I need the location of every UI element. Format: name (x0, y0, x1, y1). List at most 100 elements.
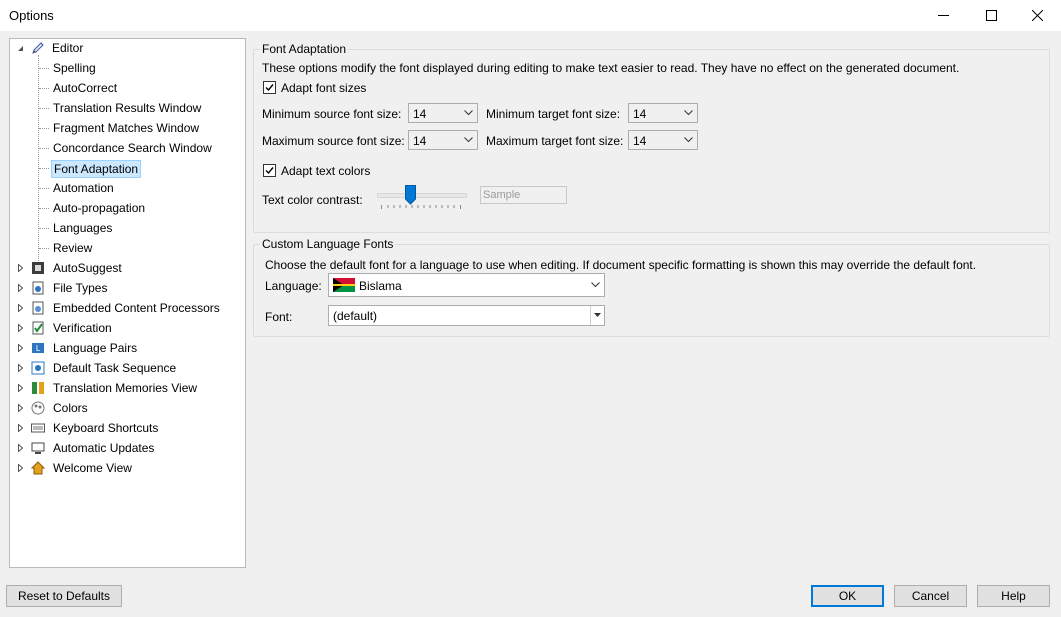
max-source-label: Maximum source font size: (262, 134, 405, 148)
tree-node-label: AutoSuggest (53, 261, 122, 275)
autosuggest-icon (31, 261, 45, 275)
expand-icon[interactable] (16, 359, 25, 377)
svg-text:L: L (36, 344, 41, 353)
min-source-font-size-select[interactable]: 14 (408, 103, 478, 123)
tree-node-automatic-updates[interactable]: Automatic Updates (10, 439, 245, 457)
expand-icon[interactable] (16, 419, 25, 437)
tree-item-translation-results-window[interactable]: Translation Results Window (10, 99, 245, 117)
tree-node-welcome-view[interactable]: Welcome View (10, 459, 245, 477)
contrast-slider-thumb[interactable] (405, 185, 416, 205)
language-select[interactable]: Bislama (328, 273, 605, 297)
expand-icon[interactable] (16, 339, 25, 357)
maximize-icon (985, 10, 997, 21)
options-tree[interactable]: Editor Spelling AutoCorrect Translation Re… (9, 38, 246, 568)
tree-node-default-task-sequence[interactable]: Default Task Sequence (10, 359, 245, 377)
tree-node-verification[interactable]: Verification (10, 319, 245, 337)
expand-icon[interactable] (16, 459, 25, 477)
tree-item-label: Review (53, 241, 93, 255)
language-label: Language: (265, 279, 322, 293)
tree-node-embedded-content-processors[interactable]: Embedded Content Processors (10, 299, 245, 317)
file-types-icon (31, 281, 45, 295)
expand-icon[interactable] (16, 439, 25, 457)
tree-guide-dot (39, 128, 49, 129)
tree-node-translation-memories-view[interactable]: Translation Memories View (10, 379, 245, 397)
minimize-button[interactable] (920, 0, 966, 31)
embedded-content-icon (31, 301, 45, 315)
min-target-font-size-select[interactable]: 14 (628, 103, 698, 123)
tree-node-autosuggest[interactable]: AutoSuggest (10, 259, 245, 277)
tree-node-keyboard-shortcuts[interactable]: Keyboard Shortcuts (10, 419, 245, 437)
chevron-down-icon (591, 282, 600, 288)
expand-icon[interactable] (16, 379, 25, 397)
min-target-label: Minimum target font size: (486, 107, 621, 121)
font-label: Font: (265, 310, 293, 324)
ok-button[interactable]: OK (811, 585, 884, 607)
pencil-icon (31, 41, 45, 55)
tree-item-label: Fragment Matches Window (53, 121, 200, 135)
expand-icon[interactable] (16, 399, 25, 417)
font-value: (default) (333, 309, 378, 323)
maximize-button[interactable] (968, 0, 1014, 31)
custom-language-fonts-title: Custom Language Fonts (260, 237, 396, 251)
close-button[interactable] (1014, 0, 1060, 31)
max-target-font-size-select[interactable]: 14 (628, 130, 698, 150)
verification-icon (31, 321, 45, 335)
tree-item-label: Spelling (53, 61, 96, 75)
adapt-text-colors-label[interactable]: Adapt text colors (281, 164, 370, 178)
tree-guide-dot (39, 248, 49, 249)
contrast-sample-box: Sample (480, 186, 567, 204)
checkmark-icon (265, 167, 274, 175)
tree-item-concordance-search-window[interactable]: Concordance Search Window (10, 139, 245, 157)
tree-item-label: Languages (53, 221, 113, 235)
tree-item-fragment-matches-window[interactable]: Fragment Matches Window (10, 119, 245, 137)
custom-fonts-description: Choose the default font for a language t… (265, 258, 977, 272)
adapt-font-sizes-label[interactable]: Adapt font sizes (281, 81, 366, 95)
expand-icon[interactable] (16, 279, 25, 297)
contrast-slider-track[interactable] (377, 193, 467, 198)
tree-node-editor[interactable]: Editor (10, 39, 245, 57)
tree-item-auto-propagation[interactable]: Auto-propagation (10, 199, 245, 217)
title-bar: Options (0, 0, 1061, 31)
tree-item-autocorrect[interactable]: AutoCorrect (10, 79, 245, 97)
tree-item-languages[interactable]: Languages (10, 219, 245, 237)
expand-icon[interactable] (16, 319, 25, 337)
max-target-value: 14 (633, 134, 647, 148)
tree-item-spelling[interactable]: Spelling (10, 59, 245, 77)
colors-icon (31, 401, 45, 415)
tree-item-font-adaptation[interactable]: Font Adaptation (10, 159, 245, 178)
home-icon (30, 461, 46, 475)
tree-node-colors[interactable]: Colors (10, 399, 245, 417)
tree-item-automation[interactable]: Automation (10, 179, 245, 197)
translation-memories-icon (31, 381, 45, 395)
tree-node-file-types[interactable]: File Types (10, 279, 245, 297)
help-button[interactable]: Help (977, 585, 1050, 607)
keyboard-icon (31, 421, 45, 435)
collapse-icon[interactable] (16, 39, 25, 57)
language-pairs-icon: L (31, 341, 45, 355)
cancel-button[interactable]: Cancel (894, 585, 967, 607)
tree-node-label: Default Task Sequence (53, 361, 177, 375)
vanuatu-flag-icon (333, 278, 355, 292)
tree-node-label: Translation Memories View (53, 381, 198, 395)
tree-node-label: Language Pairs (53, 341, 138, 355)
max-source-value: 14 (413, 134, 427, 148)
tree-guide-dot (39, 68, 49, 69)
max-source-font-size-select[interactable]: 14 (408, 130, 478, 150)
tree-node-language-pairs[interactable]: L Language Pairs (10, 339, 245, 357)
contrast-slider-ticks (381, 205, 461, 209)
automatic-updates-icon (31, 441, 45, 455)
expand-icon[interactable] (16, 259, 25, 277)
font-adaptation-description: These options modify the font displayed … (262, 61, 960, 75)
tree-item-review[interactable]: Review (10, 239, 245, 257)
minimize-icon (937, 15, 949, 16)
expand-icon[interactable] (16, 299, 25, 317)
adapt-font-sizes-checkbox[interactable] (263, 81, 276, 94)
caret-down-icon (594, 313, 601, 317)
tree-guide-dot (39, 168, 49, 169)
adapt-text-colors-checkbox[interactable] (263, 164, 276, 177)
tree-guide-dot (39, 208, 49, 209)
tree-item-label: Auto-propagation (53, 201, 146, 215)
reset-to-defaults-button[interactable]: Reset to Defaults (6, 585, 122, 607)
font-select[interactable]: (default) (328, 305, 605, 326)
tree-item-label: Translation Results Window (53, 101, 202, 115)
